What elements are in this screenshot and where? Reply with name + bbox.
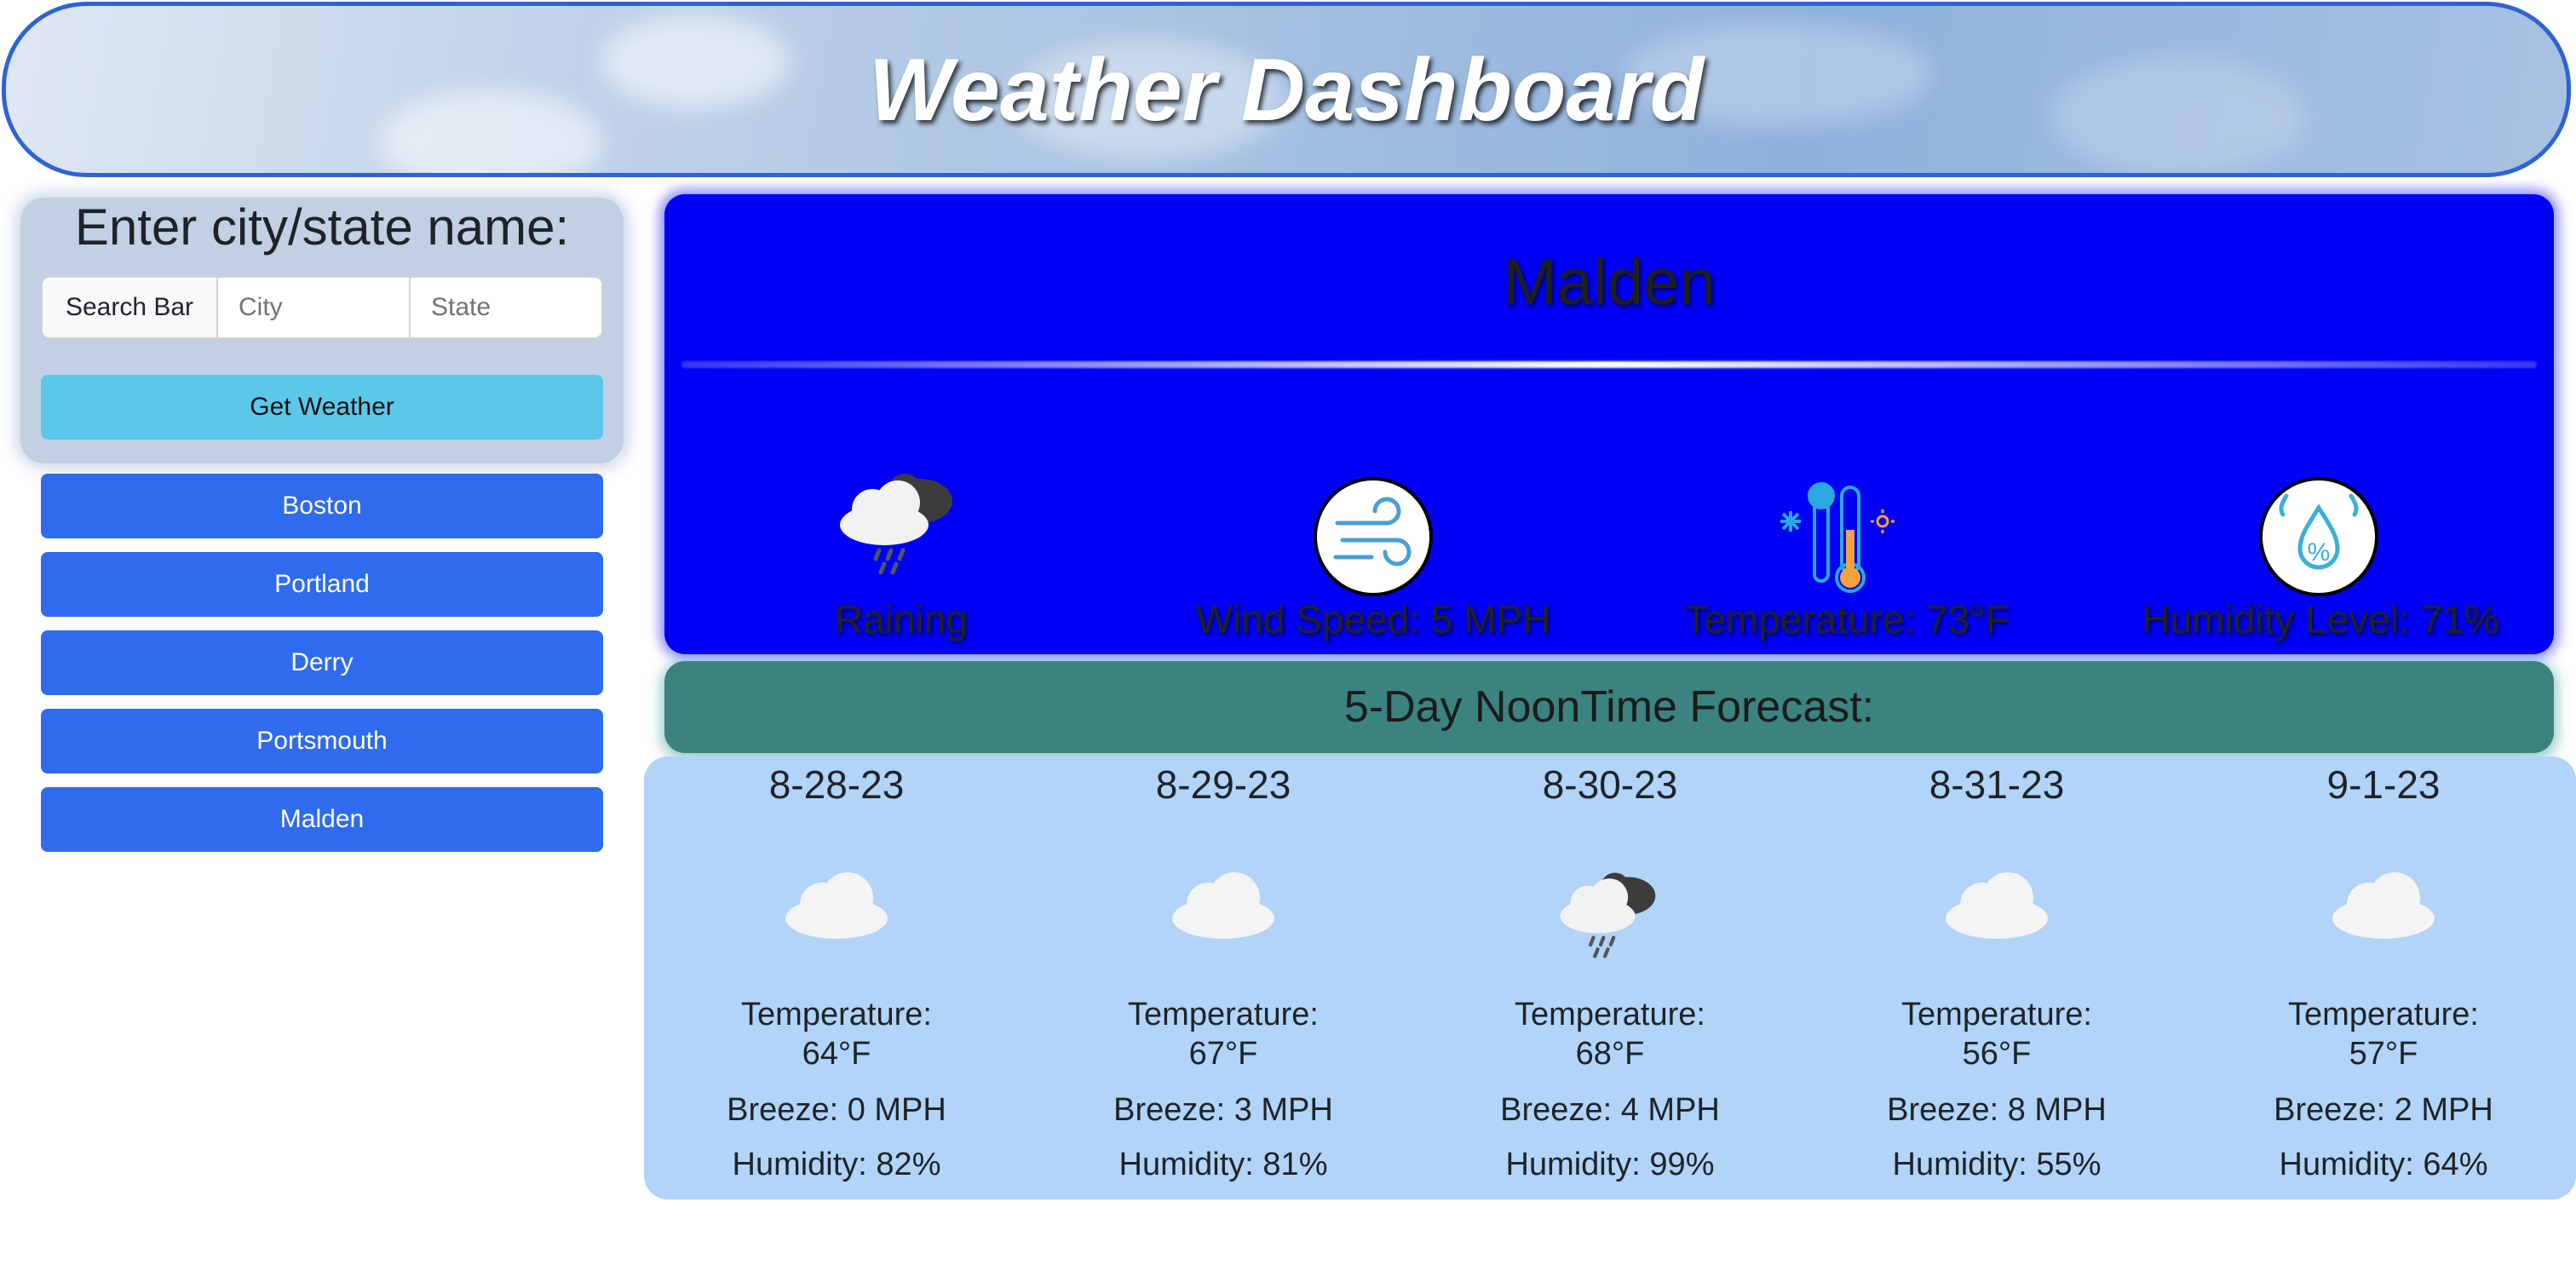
forecast-date: 9-1-23: [2326, 762, 2441, 807]
history-button-boston[interactable]: Boston: [41, 474, 603, 538]
search-input-group: Search Bar: [41, 276, 603, 339]
current-weather-card: Malden %: [664, 194, 2554, 654]
cloud-icon: [1818, 866, 2176, 959]
thermometer-icon: [1780, 482, 1895, 593]
forecast-temp: 64°F: [802, 1036, 871, 1072]
forecast-title: 5-Day NoonTime Forecast:: [1343, 682, 1875, 732]
cloud-icon: [658, 866, 1015, 959]
state-input[interactable]: [411, 276, 603, 339]
forecast-temp: 68°F: [1575, 1036, 1645, 1072]
header-banner: Weather Dashboard: [2, 2, 2571, 177]
cloud-icon: [2205, 866, 2562, 959]
svg-text:%: %: [2308, 538, 2331, 566]
forecast-breeze: Breeze: 3 MPH: [1113, 1092, 1333, 1128]
forecast-temp-label: Temperature:: [1515, 997, 1705, 1032]
forecast-date: 8-30-23: [1542, 762, 1678, 807]
forecast-breeze: Breeze: 2 MPH: [2274, 1092, 2493, 1128]
forecast-banner: 5-Day NoonTime Forecast:: [664, 661, 2554, 753]
forecast-temp-label: Temperature:: [1128, 997, 1319, 1032]
current-condition: Raining: [835, 597, 968, 641]
search-bar-label: Search Bar: [41, 276, 218, 339]
rain-cloud-icon: [840, 474, 952, 575]
wind-icon: [1314, 477, 1433, 596]
divider: [681, 361, 2537, 368]
forecast-date: 8-31-23: [1929, 762, 2065, 807]
forecast-temp-label: Temperature:: [2288, 997, 2479, 1032]
rain-cloud-icon: [1431, 866, 1789, 959]
forecast-temp: 67°F: [1188, 1036, 1258, 1072]
current-temperature: Temperature: 73°F: [1684, 597, 2010, 641]
city-input[interactable]: [218, 276, 411, 339]
forecast-humidity: Humidity: 82%: [732, 1147, 941, 1182]
forecast-temp: 56°F: [1962, 1036, 2032, 1072]
forecast-breeze: Breeze: 4 MPH: [1500, 1092, 1720, 1128]
forecast-temp-label: Temperature:: [1901, 997, 2092, 1032]
current-city-name: Malden: [1503, 246, 1716, 319]
forecast-humidity: Humidity: 64%: [2279, 1147, 2488, 1182]
get-weather-button[interactable]: Get Weather: [41, 375, 603, 440]
history-button-derry[interactable]: Derry: [41, 630, 603, 695]
forecast-breeze: Breeze: 8 MPH: [1887, 1092, 2107, 1128]
history-button-portland[interactable]: Portland: [41, 552, 603, 617]
forecast-humidity: Humidity: 55%: [1892, 1147, 2102, 1182]
forecast-humidity: Humidity: 81%: [1118, 1147, 1328, 1182]
current-humidity: Humidity Level: 71%: [2142, 597, 2499, 641]
current-wind-speed: Wind Speed: 5 MPH: [1195, 597, 1551, 641]
history-button-malden[interactable]: Malden: [41, 787, 603, 852]
history-button-portsmouth[interactable]: Portsmouth: [41, 709, 603, 774]
page-title: Weather Dashboard: [868, 41, 1705, 140]
humidity-icon: %: [2259, 477, 2378, 596]
forecast-breeze: Breeze: 0 MPH: [727, 1092, 946, 1128]
forecast-date: 8-28-23: [768, 762, 905, 807]
search-heading: Enter city/state name:: [74, 198, 570, 256]
forecast-temp: 57°F: [2349, 1036, 2418, 1072]
cloud-icon: [1044, 866, 1402, 959]
forecast-humidity: Humidity: 99%: [1505, 1147, 1715, 1182]
forecast-date: 8-29-23: [1155, 762, 1291, 807]
forecast-temp-label: Temperature:: [741, 997, 932, 1032]
forecast-panel: [644, 756, 2576, 1199]
